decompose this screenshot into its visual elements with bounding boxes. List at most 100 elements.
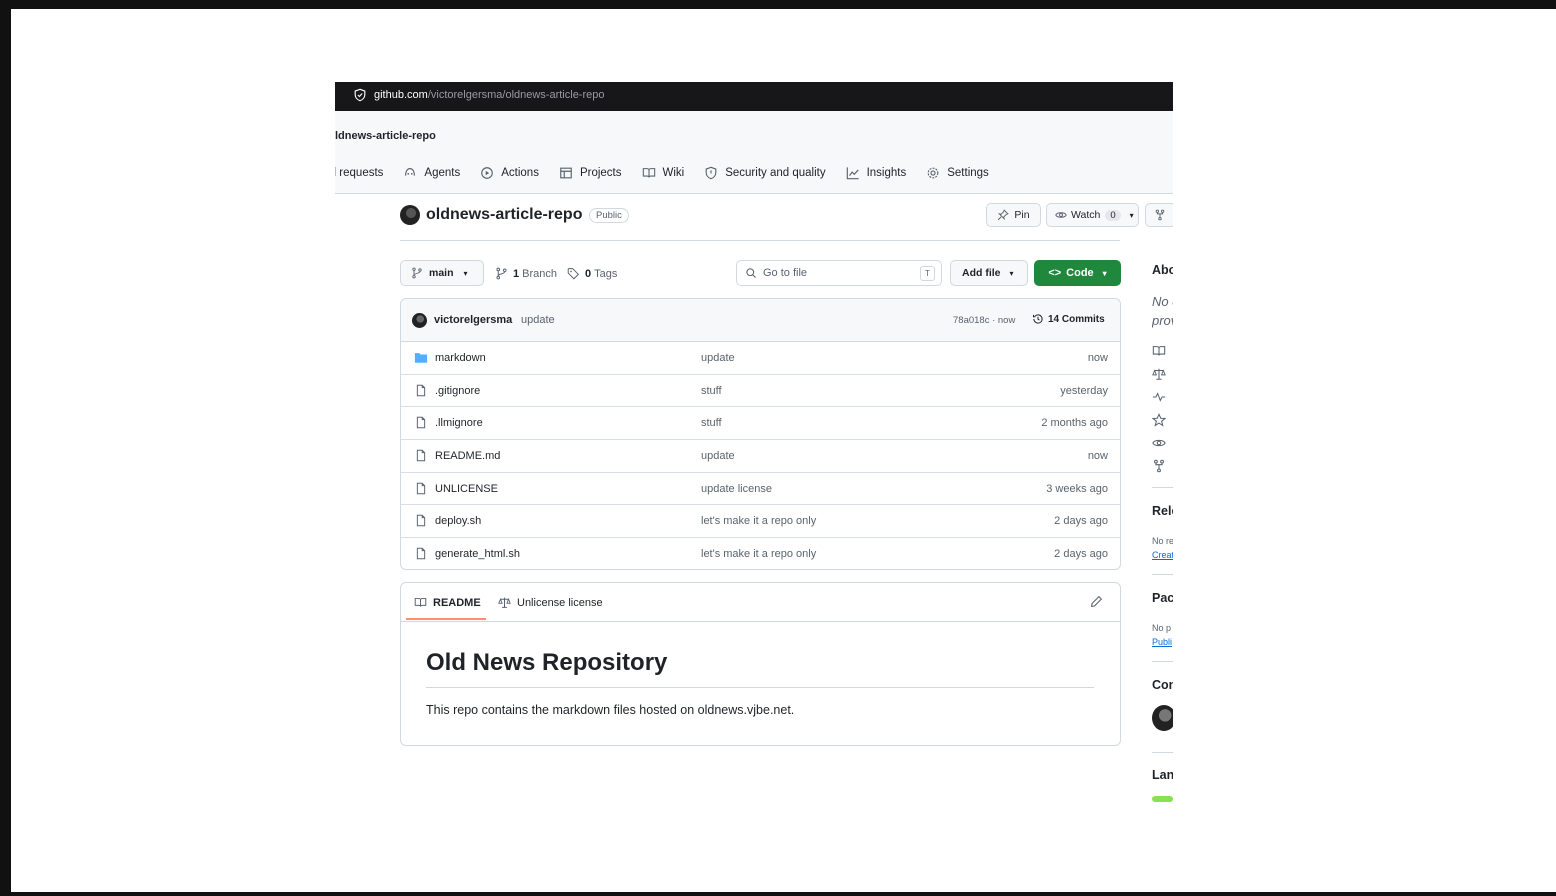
- file-commit-message[interactable]: update: [701, 450, 735, 462]
- pulse-icon[interactable]: [1152, 390, 1166, 404]
- shield-icon: [705, 166, 717, 180]
- contributor-avatar[interactable]: [1152, 705, 1173, 731]
- nav-projects[interactable]: Projects: [559, 166, 622, 180]
- chevron-down-icon: ▾: [463, 268, 468, 278]
- pencil-icon[interactable]: [1090, 595, 1103, 608]
- readme-title: Old News Repository: [426, 649, 668, 676]
- branches-link[interactable]: 1 Branch: [495, 267, 557, 280]
- nav-label: Wiki: [662, 167, 685, 179]
- nav-wiki[interactable]: Wiki: [642, 166, 685, 180]
- frame-border-bottom: [0, 892, 1556, 896]
- nav-pull-requests[interactable]: ll requests: [335, 167, 383, 179]
- file-commit-message[interactable]: update license: [701, 483, 772, 495]
- file-name[interactable]: README.md: [435, 450, 500, 462]
- browser-window: github.com/victorelgersma/oldnews-articl…: [335, 82, 1173, 816]
- file-commit-message[interactable]: stuff: [701, 417, 722, 429]
- file-date: 2 days ago: [1054, 548, 1108, 561]
- repo-nav: ll requests Agents Actions Projects Wiki…: [335, 163, 1009, 183]
- file-icon: [416, 482, 426, 495]
- languages-heading: Lan: [1152, 768, 1173, 782]
- file-row[interactable]: generate_html.sh let's make it a repo onl…: [401, 538, 1120, 569]
- owner-avatar[interactable]: [400, 205, 420, 225]
- star-icon[interactable]: [1152, 413, 1166, 427]
- branch-select[interactable]: main ▾: [400, 260, 484, 286]
- frame-border-top: [0, 0, 1556, 9]
- file-row[interactable]: markdown update now: [401, 342, 1120, 375]
- file-commit-message[interactable]: stuff: [701, 385, 722, 397]
- eye-icon: [1055, 212, 1067, 218]
- file-icon: [416, 449, 426, 462]
- tab-license[interactable]: Unlicense license: [498, 596, 603, 609]
- file-row[interactable]: .llmignore stuff 2 months ago: [401, 407, 1120, 441]
- tab-readme[interactable]: README: [414, 596, 481, 609]
- book-icon[interactable]: [1152, 344, 1166, 358]
- commit-author[interactable]: victorelgersma: [434, 314, 512, 326]
- scale-icon[interactable]: [1152, 367, 1166, 381]
- go-to-file-input[interactable]: Go to file T: [736, 260, 942, 286]
- frame-border-left: [0, 0, 11, 896]
- contributors-heading[interactable]: Con: [1152, 678, 1173, 692]
- readme-description: This repo contains the markdown files ho…: [426, 703, 795, 717]
- chevron-down-icon: ▾: [1102, 268, 1107, 278]
- file-date: 2 months ago: [1041, 417, 1108, 430]
- repo-name[interactable]: oldnews-article-repo: [426, 206, 582, 224]
- table-icon: [560, 167, 572, 179]
- nav-label: Agents: [424, 167, 461, 179]
- url-text[interactable]: github.com/victorelgersma/oldnews-articl…: [374, 89, 605, 101]
- gear-icon: [927, 167, 939, 179]
- commit-message[interactable]: update: [521, 314, 555, 326]
- file-row[interactable]: .gitignore stuff yesterday: [401, 375, 1120, 408]
- packages-heading[interactable]: Pac: [1152, 591, 1173, 605]
- file-date: yesterday: [1060, 384, 1108, 397]
- nav-label: Settings: [947, 167, 989, 179]
- file-row[interactable]: deploy.sh let's make it a repo only 2 days…: [401, 505, 1120, 539]
- releases-heading[interactable]: Rele: [1152, 504, 1173, 518]
- nav-security[interactable]: Security and quality: [704, 166, 826, 180]
- fork-icon[interactable]: [1152, 459, 1166, 473]
- add-file-label: Add file: [962, 267, 1001, 279]
- branch-icon: [496, 267, 507, 280]
- code-label: Code: [1066, 267, 1094, 279]
- file-row[interactable]: README.md update now: [401, 440, 1120, 473]
- file-name[interactable]: .gitignore: [435, 385, 480, 397]
- eye-icon[interactable]: [1152, 436, 1166, 450]
- breadcrumb[interactable]: ldnews-article-repo: [335, 130, 436, 142]
- tag-icon: [567, 268, 580, 280]
- search-icon: [746, 268, 756, 278]
- about-sidebar: Abo No d prov Rele No re Creat Pac No p …: [1152, 82, 1173, 816]
- nav-agents[interactable]: Agents: [403, 166, 460, 180]
- file-date: 3 weeks ago: [1046, 482, 1108, 495]
- tags-link[interactable]: 0 Tags: [567, 267, 617, 280]
- file-name[interactable]: markdown: [435, 352, 486, 364]
- file-name[interactable]: generate_html.sh: [435, 548, 520, 560]
- play-icon: [481, 167, 494, 179]
- nav-insights[interactable]: Insights: [846, 166, 906, 180]
- commit-sha-time[interactable]: 78a018c · now: [953, 315, 1015, 326]
- add-file-button[interactable]: Add file ▾: [950, 260, 1028, 286]
- file-name[interactable]: .llmignore: [435, 417, 483, 429]
- watch-button[interactable]: Watch 0 ▾: [1046, 203, 1139, 227]
- file-commit-message[interactable]: update: [701, 352, 735, 364]
- nav-settings[interactable]: Settings: [926, 166, 989, 180]
- nav-actions[interactable]: Actions: [480, 166, 539, 180]
- nav-label: Actions: [501, 167, 539, 179]
- create-release-link[interactable]: Creat: [1152, 550, 1173, 560]
- file-commit-message[interactable]: let's make it a repo only: [701, 515, 816, 527]
- releases-text: No re: [1152, 536, 1173, 546]
- folder-icon: [414, 353, 428, 363]
- commits-link[interactable]: 14 Commits: [1032, 313, 1105, 325]
- nav-label: Security and quality: [725, 167, 826, 179]
- file-row[interactable]: UNLICENSE update license 3 weeks ago: [401, 473, 1120, 506]
- file-commit-message[interactable]: let's make it a repo only: [701, 548, 816, 560]
- file-name[interactable]: deploy.sh: [435, 515, 481, 527]
- publish-package-link[interactable]: Publi: [1152, 637, 1172, 647]
- branch-icon: [412, 267, 422, 279]
- pin-button[interactable]: Pin: [986, 203, 1041, 227]
- code-button[interactable]: <> Code ▾: [1034, 260, 1121, 286]
- file-name[interactable]: UNLICENSE: [435, 483, 498, 495]
- shortcut-key: T: [920, 266, 935, 281]
- author-avatar[interactable]: [412, 313, 427, 328]
- visibility-badge: Public: [589, 208, 629, 223]
- address-bar[interactable]: github.com/victorelgersma/oldnews-articl…: [335, 82, 1173, 111]
- branch-label: Branch: [522, 267, 557, 280]
